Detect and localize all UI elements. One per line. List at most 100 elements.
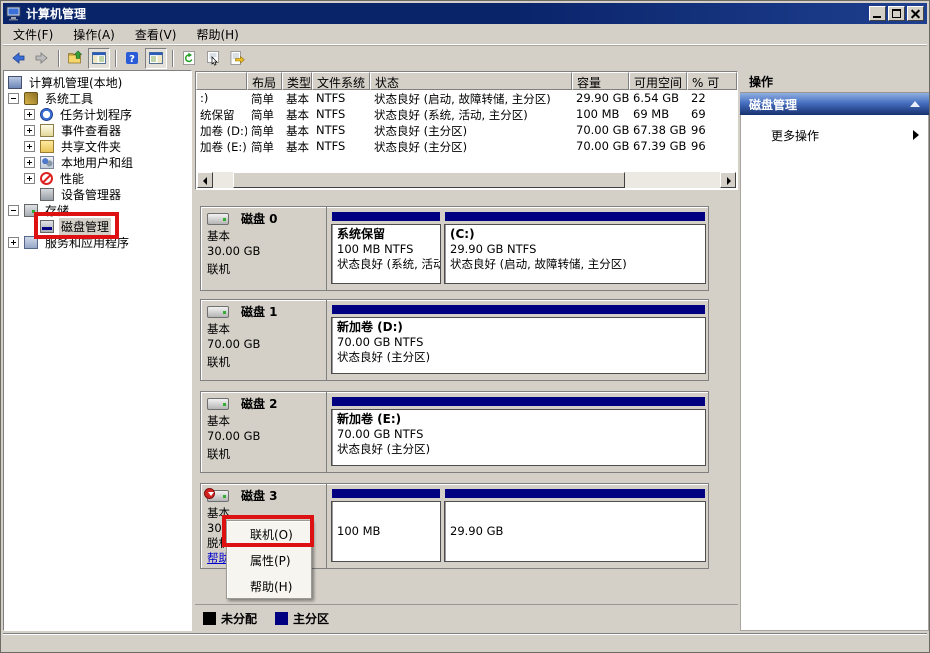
show-console-tree-toggle[interactable] — [88, 48, 110, 69]
volume-row-c[interactable]: :)简单基本NTFS状态良好 (启动, 故障转储, 主分区)29.90 GB6.… — [196, 90, 737, 106]
scroll-right-button[interactable] — [720, 172, 736, 188]
tree-item-services-applications[interactable]: 服务和应用程序 — [4, 234, 191, 250]
disk-0-label[interactable]: 磁盘 0 基本 30.00 GB 联机 — [201, 207, 327, 290]
partition-system-reserved[interactable]: 系统保留 100 MB NTFS 状态良好 (系统, 活动, 主分区) — [331, 207, 441, 290]
cell-volume: 加卷 (D:) — [196, 122, 247, 138]
menu-help[interactable]: 帮助(H) — [186, 23, 248, 46]
tree-item-event-viewer[interactable]: 事件查看器 — [4, 122, 191, 138]
cell-pct: 96 — [687, 138, 737, 154]
cell-volume: :) — [196, 90, 247, 106]
collapse-chevron-icon — [910, 101, 920, 107]
cell-status: 状态良好 (主分区) — [370, 122, 572, 138]
column-header-filesystem[interactable]: 文件系统 — [312, 72, 370, 90]
disk-status: 联机 — [207, 262, 321, 277]
tree-item-system-tools[interactable]: 系统工具 — [4, 90, 191, 106]
column-header-layout[interactable]: 布局 — [247, 72, 282, 90]
tree-item-local-users-groups[interactable]: 本地用户和组 — [4, 154, 191, 170]
partition-size: 29.90 GB — [450, 524, 503, 539]
tree-item-disk-management[interactable]: 磁盘管理 — [4, 218, 191, 234]
menu-bar: 文件(F) 操作(A) 查看(V) 帮助(H) — [3, 24, 927, 45]
minimize-button[interactable] — [869, 6, 886, 21]
partition-info: 系统保留 100 MB NTFS 状态良好 (系统, 活动, 主分区) — [331, 224, 441, 284]
expand-icon[interactable] — [8, 237, 19, 248]
computer-management-window: 计算机管理 文件(F) 操作(A) 查看(V) 帮助(H) ? 计算机管理(本地… — [0, 0, 930, 653]
scrollbar-thumb[interactable] — [233, 172, 625, 188]
disk-1-label[interactable]: 磁盘 1 基本 70.00 GB 联机 — [201, 300, 327, 380]
volume-row-e[interactable]: 加卷 (E:)简单基本NTFS状态良好 (主分区)70.00 GB67.39 G… — [196, 138, 737, 154]
cell-capacity: 100 MB — [572, 106, 629, 122]
forward-button[interactable] — [31, 48, 53, 69]
tree-item-shared-folders[interactable]: 共享文件夹 — [4, 138, 191, 154]
volume-list: 布局 类型 文件系统 状态 容量 可用空间 % 可 :)简单基本NTFS状态良好… — [195, 71, 738, 190]
toolbar-separator — [58, 50, 59, 67]
context-menu-item-properties[interactable]: 属性(P) — [227, 547, 311, 573]
export-list-button[interactable] — [226, 48, 248, 69]
tree-label-selected[interactable]: 磁盘管理 — [59, 218, 111, 235]
actions-section-disk-management[interactable]: 磁盘管理 — [740, 93, 929, 115]
cell-free: 6.54 GB — [629, 90, 687, 106]
horizontal-scrollbar[interactable] — [197, 172, 736, 188]
partition-status: 状态良好 (主分区) — [337, 442, 700, 457]
event-viewer-icon — [40, 124, 54, 137]
column-header-type[interactable]: 类型 — [282, 72, 312, 90]
cell-volume: 统保留 — [196, 106, 247, 122]
expand-icon[interactable] — [24, 173, 35, 184]
tree-item-task-scheduler[interactable]: 任务计划程序 — [4, 106, 191, 122]
collapse-icon[interactable] — [8, 93, 19, 104]
unallocated-swatch-icon — [203, 612, 216, 625]
column-header-free-space[interactable]: 可用空间 — [629, 72, 687, 90]
column-header-volume[interactable] — [196, 72, 247, 90]
partition-c[interactable]: (C:) 29.90 GB NTFS 状态良好 (启动, 故障转储, 主分区) — [444, 207, 706, 290]
help-button[interactable]: ? — [121, 48, 143, 69]
partition-offline-100mb[interactable]: 100 MB — [331, 484, 441, 568]
menu-view[interactable]: 查看(V) — [125, 23, 187, 46]
back-button[interactable] — [7, 48, 29, 69]
refresh-icon — [181, 50, 197, 66]
menu-action[interactable]: 操作(A) — [63, 23, 125, 46]
toolbar: ? — [3, 46, 927, 70]
refresh-button[interactable] — [178, 48, 200, 69]
menu-file[interactable]: 文件(F) — [3, 23, 63, 46]
column-header-status[interactable]: 状态 — [370, 72, 572, 90]
expand-icon[interactable] — [24, 157, 35, 168]
context-menu-item-online[interactable]: 联机(O) — [227, 521, 311, 547]
partition-color-bar — [331, 211, 441, 222]
partition-d[interactable]: 新加卷 (D:) 70.00 GB NTFS 状态良好 (主分区) — [331, 300, 706, 380]
volume-row-system-reserved[interactable]: 统保留简单基本NTFS状态良好 (系统, 活动, 主分区)100 MB69 MB… — [196, 106, 737, 122]
computer-icon — [8, 76, 22, 89]
partition-size-fs: 29.90 GB NTFS — [450, 242, 700, 257]
maximize-button[interactable] — [888, 6, 905, 21]
scroll-right-icon — [727, 177, 731, 185]
more-actions-item[interactable]: 更多操作 — [771, 127, 819, 144]
properties-button[interactable] — [202, 48, 224, 69]
partition-status: 状态良好 (启动, 故障转储, 主分区) — [450, 257, 700, 272]
tree-item-device-manager[interactable]: 设备管理器 — [4, 186, 191, 202]
disk-name: 磁盘 0 — [241, 212, 278, 227]
expand-icon[interactable] — [24, 109, 35, 120]
tree-item-computer-management[interactable]: 计算机管理(本地) — [4, 74, 191, 90]
disk-2-label[interactable]: 磁盘 2 基本 70.00 GB 联机 — [201, 392, 327, 472]
column-header-percent-free[interactable]: % 可 — [687, 72, 737, 90]
partition-offline-29gb[interactable]: 29.90 GB — [444, 484, 706, 568]
show-action-pane-toggle[interactable] — [145, 48, 167, 69]
tree-label: 设备管理器 — [59, 186, 123, 203]
context-menu-item-help[interactable]: 帮助(H) — [227, 573, 311, 599]
volume-row-d[interactable]: 加卷 (D:)简单基本NTFS状态良好 (主分区)70.00 GB67.38 G… — [196, 122, 737, 138]
partition-e[interactable]: 新加卷 (E:) 70.00 GB NTFS 状态良好 (主分区) — [331, 392, 706, 472]
disk-context-menu: 联机(O) 属性(P) 帮助(H) — [226, 520, 312, 599]
expand-icon[interactable] — [24, 125, 35, 136]
up-one-level-button[interactable] — [64, 48, 86, 69]
window-title: 计算机管理 — [26, 5, 86, 22]
close-button[interactable] — [907, 6, 924, 21]
tree-item-storage[interactable]: 存储 — [4, 202, 191, 218]
partition-color-bar — [331, 304, 706, 315]
tree-item-performance[interactable]: 性能 — [4, 170, 191, 186]
back-arrow-icon — [10, 50, 26, 66]
partition-title: (C:) — [450, 227, 700, 242]
legend-label: 主分区 — [293, 610, 329, 627]
expand-icon[interactable] — [24, 141, 35, 152]
column-header-capacity[interactable]: 容量 — [572, 72, 629, 90]
scroll-left-button[interactable] — [197, 172, 213, 188]
collapse-icon[interactable] — [8, 205, 19, 216]
help-icon: ? — [124, 50, 140, 66]
